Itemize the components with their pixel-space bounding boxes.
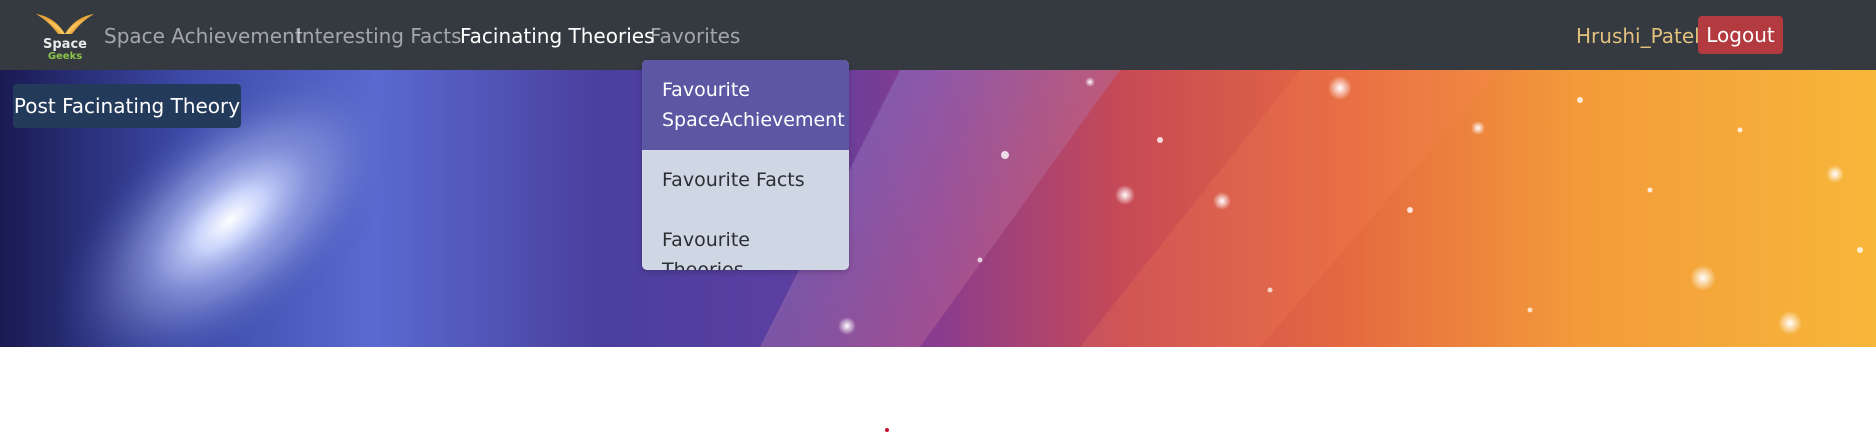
- favorites-dropdown-menu: Favourite SpaceAchievement Favourite Fac…: [642, 60, 849, 270]
- post-facinating-theory-button[interactable]: Post Facinating Theory: [13, 84, 241, 128]
- loading-dot: [885, 428, 889, 432]
- nav-facinating-theories[interactable]: Facinating Theories: [460, 22, 654, 50]
- username-label: Hrushi_Patel: [1576, 24, 1700, 48]
- brand-name-line2: Geeks: [47, 51, 83, 62]
- dropdown-item-favourite-theories[interactable]: Favourite Theories: [642, 225, 849, 270]
- wings-logo-icon: [36, 14, 94, 34]
- nav-favorites-dropdown-toggle[interactable]: Favorites: [650, 22, 740, 50]
- nav-space-achievement[interactable]: Space Achievement: [104, 22, 303, 50]
- logout-button[interactable]: Logout: [1698, 16, 1783, 54]
- dropdown-item-favourite-spaceachievement[interactable]: Favourite SpaceAchievement: [642, 60, 849, 150]
- nav-interesting-facts[interactable]: Interesting Facts: [296, 22, 462, 50]
- top-navbar: Space Geeks Space Achievement Interestin…: [0, 0, 1876, 70]
- brand-name-line1: Space: [43, 37, 87, 52]
- dropdown-item-favourite-facts[interactable]: Favourite Facts: [642, 165, 849, 195]
- space-background-image: [54, 70, 1863, 347]
- hero-banner: [0, 70, 1876, 347]
- brand-logo[interactable]: Space Geeks: [36, 8, 94, 66]
